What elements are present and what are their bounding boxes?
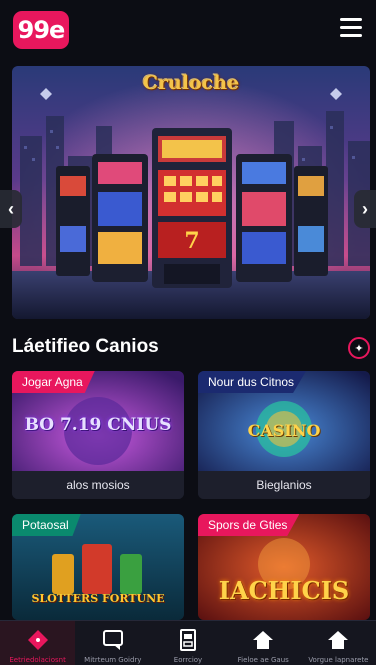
nav-label: Mitrteum Goidry	[84, 656, 142, 664]
game-badge: Nour dus Citnos	[198, 371, 307, 393]
hero-illustration: 7	[12, 66, 370, 319]
app-header: 99e	[0, 0, 376, 62]
brand-logo[interactable]: 99e	[13, 11, 69, 49]
game-card[interactable]: Jogar Agna BO 7.19 CNIUS alos mosios	[12, 371, 184, 499]
chat-icon	[101, 628, 125, 652]
game-logo: SLOTTERS FORTUNE	[31, 592, 165, 605]
bottom-navigation: Eetriedolaciosnt Mitrteum Goidry Eorrcio…	[0, 620, 376, 665]
svg-text:7: 7	[184, 228, 199, 254]
nav-label: Vorgue lapnarete	[308, 656, 369, 664]
game-card[interactable]: Potaosal SLOTTERS FORTUNE	[12, 514, 184, 620]
section-title: Láetifieo Canios	[12, 336, 159, 357]
nav-label: Fieloe ae Gaus	[237, 656, 289, 664]
chevron-left-icon[interactable]: ‹	[0, 190, 22, 228]
chevron-right-icon[interactable]: ›	[354, 190, 376, 228]
home-icon	[251, 628, 275, 652]
nav-label: Eetriedolaciosnt	[9, 656, 66, 664]
game-card[interactable]: Spors de Gties IACHICIS	[198, 514, 370, 620]
nav-item-games[interactable]: Fieloe ae Gaus	[226, 621, 301, 665]
nav-label: Eorrcioy	[173, 656, 203, 664]
nav-item-slots[interactable]: Eorrcioy	[150, 621, 225, 665]
nav-item-more[interactable]: Vorgue lapnarete	[301, 621, 376, 665]
game-badge: Jogar Agna	[12, 371, 95, 393]
game-caption: alos mosios	[12, 471, 184, 499]
brand-logo-text: 99e	[17, 16, 66, 44]
game-logo: CASINO	[247, 421, 321, 440]
hero-banner[interactable]: 7 Cruloche	[12, 66, 370, 319]
home-icon	[326, 628, 350, 652]
game-badge: Spors de Gties	[198, 514, 300, 536]
nav-item-chat[interactable]: Mitrteum Goidry	[75, 621, 150, 665]
game-logo: IACHICIS	[218, 576, 350, 605]
game-badge: Potaosal	[12, 514, 81, 536]
game-logo: BO 7.19 CNIUS	[24, 415, 172, 435]
hero-title: Cruloche	[142, 72, 240, 94]
slot-machine-icon	[176, 628, 200, 652]
game-card[interactable]: Nour dus Citnos CASINO Bieglanios	[198, 371, 370, 499]
hamburger-icon[interactable]	[340, 18, 362, 38]
diamond-icon	[26, 628, 50, 652]
game-caption: Bieglanios	[198, 471, 370, 499]
nav-item-home[interactable]: Eetriedolaciosnt	[0, 621, 76, 665]
gamepad-icon[interactable]: ✦	[348, 337, 370, 359]
